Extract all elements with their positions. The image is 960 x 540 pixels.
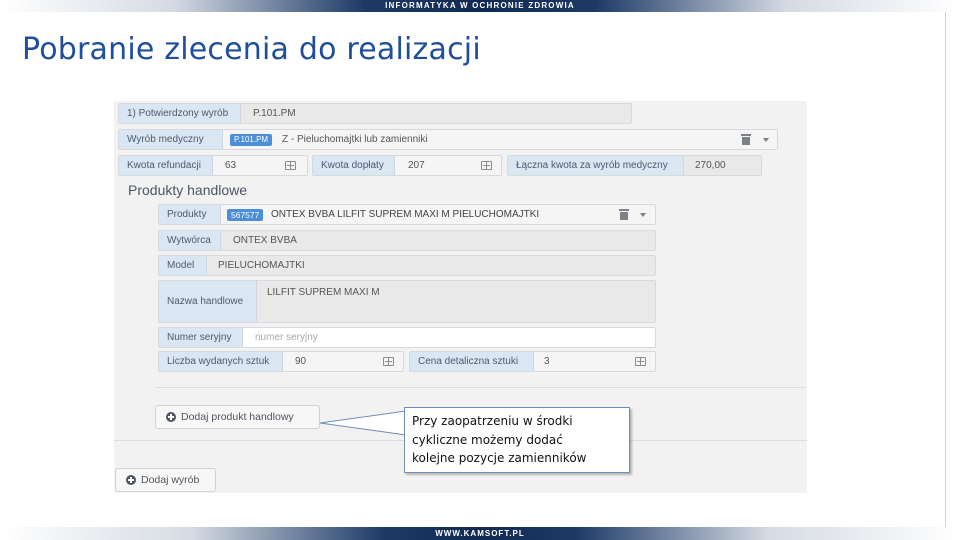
surcharge-amount-field[interactable]: Kwota dopłaty 207 xyxy=(312,155,502,176)
trash-icon[interactable] xyxy=(741,134,751,145)
top-banner-text: INFORMATYKA W OCHRONIE ZDROWIA xyxy=(385,1,575,10)
trade-name-field: Nazwa handlowe LILFIT SUPREM MAXI M xyxy=(158,280,656,323)
retail-price-field[interactable]: Cena detaliczna sztuki 3 xyxy=(409,351,656,372)
chevron-down-icon[interactable] xyxy=(763,138,769,142)
callout-line: Przy zaopatrzeniu w środki xyxy=(412,414,573,428)
plus-circle-icon xyxy=(166,412,176,422)
serial-number-label: Numer seryjny xyxy=(159,328,243,347)
slide-right-rule xyxy=(945,12,946,527)
refund-amount-value: 63 xyxy=(225,160,237,171)
retail-price-label: Cena detaliczna sztuki xyxy=(410,352,534,371)
total-amount-value: 270,00 xyxy=(695,160,726,171)
callout-pointer xyxy=(320,411,407,436)
medical-product-select[interactable]: Wyrób medyczny P.101.PM Z - Pieluchomajt… xyxy=(118,129,778,150)
trade-products-heading: Produkty handlowe xyxy=(128,182,248,198)
total-amount-label: Łączna kwota za wyrób medyczny xyxy=(508,156,684,175)
quantity-field[interactable]: Liczba wydanych sztuk 90 xyxy=(158,351,404,372)
spinner-icon[interactable] xyxy=(285,161,296,170)
callout-note: Przy zaopatrzeniu w środki cykliczne moż… xyxy=(404,407,630,473)
spinner-icon[interactable] xyxy=(481,161,492,170)
surcharge-amount-value: 207 xyxy=(408,160,425,171)
quantity-label: Liczba wydanych sztuk xyxy=(159,352,283,371)
spinner-icon[interactable] xyxy=(383,357,394,366)
medical-product-value: Z - Pieluchomajtki lub zamienniki xyxy=(282,134,428,145)
refund-amount-label: Kwota refundacji xyxy=(119,156,213,175)
add-trade-product-button[interactable]: Dodaj produkt handlowy xyxy=(155,405,320,429)
model-field: Model PIELUCHOMAJTKI xyxy=(158,255,656,276)
retail-price-value: 3 xyxy=(544,356,550,367)
model-label: Model xyxy=(159,256,207,275)
add-product-label: Dodaj wyrób xyxy=(141,474,200,486)
product-code-badge: 567577 xyxy=(227,209,264,221)
trade-name-value: LILFIT SUPREM MAXI M xyxy=(267,287,380,298)
callout-line: kolejne pozycje zamienników xyxy=(412,451,587,465)
spinner-icon[interactable] xyxy=(635,357,646,366)
confirmed-product-value: P.101.PM xyxy=(253,108,296,119)
medical-product-label: Wyrób medyczny xyxy=(119,130,223,149)
manufacturer-value: ONTEX BVBA xyxy=(233,235,297,246)
serial-number-input[interactable]: Numer seryjny numer seryjny xyxy=(158,327,656,348)
model-value: PIELUCHOMAJTKI xyxy=(218,260,305,271)
total-amount-field: Łączna kwota za wyrób medyczny 270,00 xyxy=(507,155,762,176)
add-product-button[interactable]: Dodaj wyrób xyxy=(115,468,216,492)
products-value: ONTEX BVBA LILFIT SUPREM MAXI M PIELUCHO… xyxy=(271,209,540,220)
products-select[interactable]: Produkty 567577 ONTEX BVBA LILFIT SUPREM… xyxy=(158,204,656,225)
surcharge-amount-label: Kwota dopłaty xyxy=(313,156,395,175)
callout-line: cykliczne możemy dodać xyxy=(412,432,563,447)
medical-product-code-badge: P.101.PM xyxy=(230,134,273,146)
quantity-value: 90 xyxy=(295,356,307,367)
refund-amount-field[interactable]: Kwota refundacji 63 xyxy=(118,155,308,176)
slide-title: Pobranie zlecenia do realizacji xyxy=(22,32,481,67)
manufacturer-label: Wytwórca xyxy=(159,231,221,250)
products-label: Produkty xyxy=(159,205,221,224)
confirmed-product-field: 1) Potwierdzony wyrób P.101.PM xyxy=(118,103,632,124)
bottom-banner-text: WWW.KAMSOFT.PL xyxy=(435,529,525,538)
trade-name-label: Nazwa handlowe xyxy=(159,281,257,322)
trash-icon[interactable] xyxy=(619,209,629,220)
plus-circle-icon xyxy=(126,475,136,485)
serial-number-placeholder: numer seryjny xyxy=(255,332,318,343)
manufacturer-field: Wytwórca ONTEX BVBA xyxy=(158,230,656,251)
confirmed-product-label: 1) Potwierdzony wyrób xyxy=(119,104,241,123)
divider xyxy=(156,387,806,388)
chevron-down-icon[interactable] xyxy=(640,213,646,217)
add-trade-product-label: Dodaj produkt handlowy xyxy=(181,411,294,423)
